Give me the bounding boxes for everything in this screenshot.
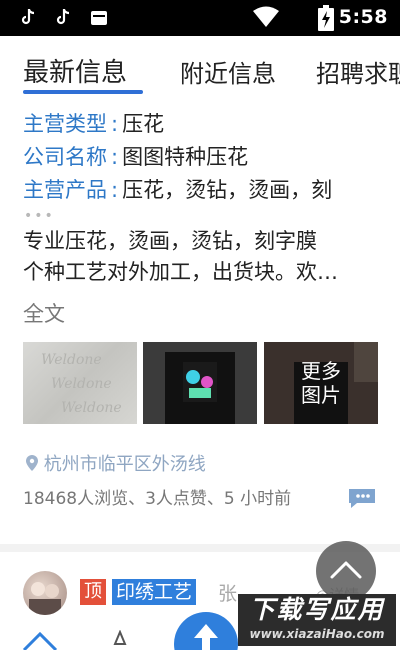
tiktok-icon: [56, 8, 70, 25]
field-value: 压花: [122, 112, 165, 136]
location[interactable]: 杭州市临平区外汤线: [26, 450, 206, 476]
tab-jobs[interactable]: 招聘求职: [316, 54, 400, 89]
tab-latest[interactable]: 最新信息: [23, 52, 127, 89]
wifi-icon: [253, 6, 279, 27]
field-label: 主营产品: [23, 178, 107, 202]
chevron-up-icon: [330, 561, 362, 579]
description-line: 专业压花，烫画，烫钻，刻字膜: [23, 229, 317, 253]
more-photos-button[interactable]: 更多 图片: [264, 342, 378, 424]
tshirt-image: [143, 342, 257, 424]
svg-text:Weldone: Weldone: [41, 352, 102, 368]
avatar-photo: [29, 582, 61, 615]
field-separator: :: [111, 145, 119, 169]
top-badge: 顶: [80, 579, 106, 605]
field-separator: :: [111, 178, 119, 202]
field-separator: :: [111, 112, 119, 136]
status-bar: 5:58: [0, 0, 400, 36]
comment-icon[interactable]: [347, 487, 377, 509]
tab-nearby[interactable]: 附近信息: [180, 54, 276, 89]
category-badge: 印绣工艺: [112, 579, 197, 605]
tab-bar: 最新信息 附近信息 招聘求职: [0, 36, 400, 98]
field-label: 公司名称: [23, 145, 107, 169]
watermark-url: www.xiazaiHao.com: [249, 627, 385, 641]
photo-printed-tshirt[interactable]: [143, 342, 257, 424]
star-icon[interactable]: [102, 630, 138, 650]
home-icon[interactable]: [20, 628, 60, 650]
watermark-title: 下载写应用: [249, 595, 385, 624]
battery-charging-icon: [318, 5, 334, 31]
description-line: 个种工艺对外加工，出货块。欢…: [23, 260, 338, 284]
site-watermark: 下载写应用 www.xiazaiHao.com: [238, 594, 396, 646]
news-icon: [91, 11, 107, 25]
more-dots[interactable]: •••: [24, 208, 55, 224]
scroll-top-button[interactable]: [316, 541, 376, 601]
tiktok-icon: [21, 8, 35, 25]
fulltext-link[interactable]: 全文: [23, 298, 65, 328]
field-main-products: 主营产品: 压花，烫钻，烫画，刻: [23, 174, 332, 204]
more-photos-label: 更多: [301, 359, 341, 383]
listing-stats: 18468人浏览、3人点赞、5 小时前: [23, 489, 292, 509]
location-text: 杭州市临平区外汤线: [43, 454, 206, 475]
field-value: 压花，烫钻，烫画，刻: [122, 178, 333, 202]
active-tab-indicator: [23, 90, 143, 94]
embossed-pattern-image: Weldone Weldone Weldone: [41, 352, 122, 416]
clock: 5:58: [338, 6, 388, 28]
listing-description[interactable]: 专业压花，烫画，烫钻，刻字膜 个种工艺对外加工，出货块。欢…: [23, 226, 383, 288]
field-value: 图图特种压花: [122, 145, 249, 169]
location-pin-icon: [26, 455, 38, 471]
svg-text:Weldone: Weldone: [61, 400, 122, 416]
avatar[interactable]: [23, 571, 67, 615]
publish-button[interactable]: [172, 610, 240, 650]
field-label: 主营类型: [23, 112, 107, 136]
more-photos-label: 图片: [301, 383, 341, 407]
photo-embossed-fabric[interactable]: Weldone Weldone Weldone: [23, 342, 137, 424]
field-company-name: 公司名称: 图图特种压花: [23, 141, 248, 171]
field-business-type: 主营类型: 压花: [23, 108, 164, 138]
more-photos-overlay: 更多 图片: [264, 342, 378, 424]
svg-text:Weldone: Weldone: [51, 376, 112, 392]
